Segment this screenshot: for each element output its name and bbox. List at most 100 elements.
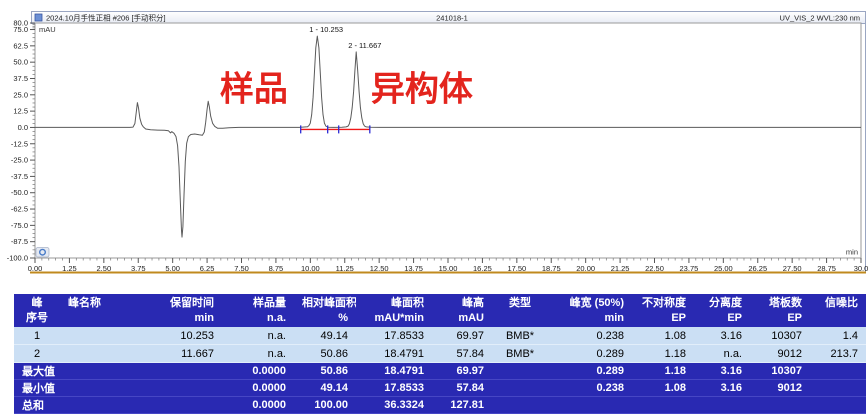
- table-cell: BMB*: [492, 345, 548, 363]
- plot-area[interactable]: [35, 23, 861, 258]
- table-cell: 0.289: [548, 345, 632, 363]
- table-cell: 最大值: [14, 363, 60, 380]
- table-header-row: 峰序号峰名称 保留时间min样品量n.a.相对峰面积%峰面积mAU*min峰高m…: [14, 294, 866, 327]
- table-cell: 11.667: [150, 345, 222, 363]
- table-cell: 127.81: [432, 397, 492, 414]
- table-cell: 50.86: [294, 363, 356, 380]
- table-cell: [548, 397, 632, 414]
- column-header-12: 塔板数EP: [750, 294, 810, 327]
- table-cell: 49.14: [294, 380, 356, 397]
- table-cell: [150, 380, 222, 397]
- table-cell: 3.16: [694, 380, 750, 397]
- svg-text:37.5: 37.5: [13, 74, 28, 83]
- column-header-3: 保留时间min: [150, 294, 222, 327]
- table-cell: [150, 397, 222, 414]
- table-cell: 1: [14, 327, 60, 345]
- table-cell: 1.18: [632, 363, 694, 380]
- min-row[interactable]: 最小值0.000049.1417.853357.840.2381.083.169…: [14, 380, 866, 397]
- table-cell: 3.16: [694, 363, 750, 380]
- table-cell: 69.97: [432, 327, 492, 345]
- chart-window-icon: [35, 14, 42, 21]
- table-cell: [60, 363, 150, 380]
- max-row[interactable]: 最大值0.000050.8618.479169.970.2891.183.161…: [14, 363, 866, 380]
- x-axis: 0.001.252.503.755.006.257.508.7510.0011.…: [28, 258, 868, 273]
- table-cell: 3.16: [694, 327, 750, 345]
- column-header-4: 样品量n.a.: [222, 294, 294, 327]
- table-cell: 最小值: [14, 380, 60, 397]
- table-cell: [492, 397, 548, 414]
- table-cell: 18.4791: [356, 363, 432, 380]
- integration-results-table: 峰序号峰名称 保留时间min样品量n.a.相对峰面积%峰面积mAU*min峰高m…: [14, 294, 866, 414]
- table-cell: n.a.: [222, 327, 294, 345]
- table-cell: BMB*: [492, 327, 548, 345]
- column-header-9: 峰宽 (50%)min: [548, 294, 632, 327]
- chromatography-report: 2024.10月手性正相 #206 [手动积分] 241018-1 UV_VIS…: [0, 0, 868, 414]
- table-cell: [492, 380, 548, 397]
- table-cell: 0.238: [548, 380, 632, 397]
- sum-row[interactable]: 总和0.0000100.0036.3324127.81: [14, 397, 866, 414]
- peak-row-1[interactable]: 1 10.253n.a.49.1417.853369.97BMB*0.2381.0…: [14, 327, 866, 345]
- svg-text:62.5: 62.5: [13, 41, 28, 50]
- column-header-6: 峰面积mAU*min: [356, 294, 432, 327]
- table-cell: [492, 363, 548, 380]
- table-cell: 2: [14, 345, 60, 363]
- column-header-2: 峰名称: [60, 294, 150, 327]
- table-cell: 0.0000: [222, 397, 294, 414]
- table-cell: 49.14: [294, 327, 356, 345]
- svg-text:12.5: 12.5: [13, 107, 28, 116]
- column-header-8: 类型: [492, 294, 548, 327]
- table-cell: [810, 363, 866, 380]
- table-cell: 9012: [750, 380, 810, 397]
- table-cell: [60, 345, 150, 363]
- y-axis: 80.075.062.550.037.525.012.50.0-12.5-25.…: [7, 19, 35, 263]
- table-cell: 17.8533: [356, 380, 432, 397]
- table-cell: 1.18: [632, 345, 694, 363]
- table-cell: 213.7: [810, 345, 866, 363]
- table-cell: [632, 397, 694, 414]
- table-cell: 57.84: [432, 380, 492, 397]
- table-cell: 总和: [14, 397, 60, 414]
- column-header-10: 不对称度EP: [632, 294, 694, 327]
- table-cell: 18.4791: [356, 345, 432, 363]
- peak-row-2[interactable]: 211.667n.a.50.8618.479157.84BMB*0.2891.1…: [14, 345, 866, 363]
- table-cell: [60, 327, 150, 345]
- corner-logo-icon[interactable]: [36, 248, 49, 258]
- svg-text:-50.0: -50.0: [11, 188, 28, 197]
- svg-text:0.0: 0.0: [18, 123, 28, 132]
- svg-text:2 - 11.667: 2 - 11.667: [348, 41, 381, 50]
- detector-label: UV_VIS_2 WVL:230 nm: [780, 14, 860, 23]
- table-cell: 10307: [750, 363, 810, 380]
- table-cell: 0.0000: [222, 363, 294, 380]
- chromatogram-panel: 2024.10月手性正相 #206 [手动积分] 241018-1 UV_VIS…: [0, 0, 868, 280]
- svg-text:-25.0: -25.0: [11, 156, 28, 165]
- x-unit-label: min: [846, 248, 858, 257]
- y-unit-label: mAU: [39, 25, 56, 34]
- svg-text:-75.0: -75.0: [11, 221, 28, 230]
- table-cell: 17.8533: [356, 327, 432, 345]
- table-cell: 9012: [750, 345, 810, 363]
- table-cell: [150, 363, 222, 380]
- column-header-11: 分离度EP: [694, 294, 750, 327]
- svg-text:50.0: 50.0: [13, 58, 28, 67]
- table-cell: [60, 380, 150, 397]
- svg-text:样品: 样品: [220, 71, 288, 109]
- svg-text:-100.0: -100.0: [7, 254, 28, 263]
- table-cell: 1.4: [810, 327, 866, 345]
- table-cell: 1.08: [632, 380, 694, 397]
- table-cell: 50.86: [294, 345, 356, 363]
- table-cell: [694, 397, 750, 414]
- table-cell: [60, 397, 150, 414]
- column-header-13: 信噪比: [810, 294, 866, 327]
- table-cell: 10.253: [150, 327, 222, 345]
- table-cell: n.a.: [694, 345, 750, 363]
- svg-text:-12.5: -12.5: [11, 139, 28, 148]
- table-cell: 36.3324: [356, 397, 432, 414]
- table-cell: 10307: [750, 327, 810, 345]
- svg-text:1 - 10.253: 1 - 10.253: [309, 25, 343, 34]
- table-cell: 69.97: [432, 363, 492, 380]
- column-header-7: 峰高mAU: [432, 294, 492, 327]
- table-cell: 0.238: [548, 327, 632, 345]
- table-cell: 1.08: [632, 327, 694, 345]
- table-cell: [810, 380, 866, 397]
- svg-text:25.0: 25.0: [13, 90, 28, 99]
